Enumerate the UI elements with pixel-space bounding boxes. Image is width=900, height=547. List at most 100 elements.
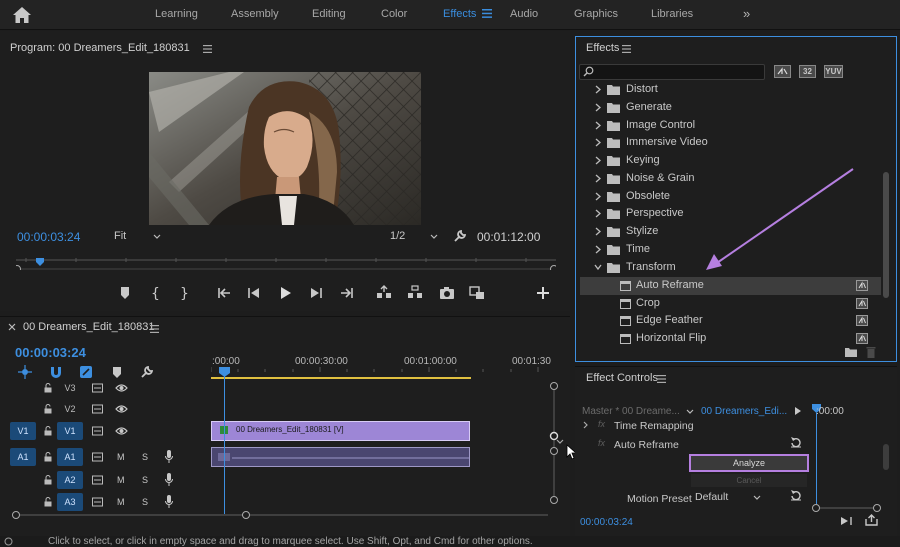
lock-icon[interactable]: [44, 404, 52, 414]
panel-menu-icon[interactable]: [657, 375, 666, 383]
zoom-level-select[interactable]: Fit: [109, 229, 165, 245]
step-forward-icon[interactable]: [307, 284, 325, 302]
go-to-out-icon[interactable]: [337, 284, 355, 302]
chevron-right-icon[interactable]: [594, 245, 602, 254]
sequence-clip-label[interactable]: 00 Dreamers_Edi...: [701, 406, 787, 417]
chevron-down-icon[interactable]: [556, 439, 564, 445]
more-workspaces-icon[interactable]: »: [743, 6, 750, 21]
effects-scrollbar[interactable]: [883, 172, 889, 298]
solo-button[interactable]: S: [142, 497, 148, 507]
timeline-settings-wrench-icon[interactable]: [140, 365, 154, 379]
motion-preset-select[interactable]: Default: [695, 491, 765, 505]
microphone-icon[interactable]: [165, 450, 173, 463]
chevron-right-icon[interactable]: [594, 174, 602, 183]
settings-wrench-icon[interactable]: [453, 229, 467, 243]
accelerated-effects-icon[interactable]: [774, 65, 791, 78]
sync-lock-icon[interactable]: [92, 426, 103, 436]
32-bit-effects-icon[interactable]: 32: [799, 65, 816, 78]
chevron-down-icon[interactable]: [594, 263, 602, 272]
track-target-a1[interactable]: A1: [57, 448, 83, 466]
program-timecode[interactable]: 00:00:03:24: [17, 230, 80, 244]
reset-icon[interactable]: [790, 489, 802, 501]
effect-folder-distort[interactable]: Distort: [580, 84, 881, 99]
timeline-tab-title[interactable]: 00 Dreamers_Edit_180831: [23, 321, 154, 333]
mark-in-icon[interactable]: {: [146, 284, 164, 302]
playback-resolution-select[interactable]: 1/2: [386, 229, 442, 245]
button-editor-add-icon[interactable]: [534, 284, 552, 302]
add-marker-icon[interactable]: [116, 284, 134, 302]
playhead-line[interactable]: [224, 374, 225, 514]
play-mini-icon[interactable]: [795, 407, 801, 415]
mute-button[interactable]: M: [117, 497, 125, 507]
chevron-right-icon[interactable]: [594, 209, 602, 218]
linked-selection-icon[interactable]: [79, 365, 93, 379]
effect-item-crop[interactable]: Crop: [580, 295, 881, 313]
program-video-frame[interactable]: [149, 72, 421, 225]
effect-item-horizontal-flip[interactable]: Horizontal Flip: [580, 330, 881, 346]
chevron-down-icon[interactable]: [686, 409, 694, 415]
timeline-horizontal-scrollbar[interactable]: [12, 510, 552, 520]
tab-libraries[interactable]: Libraries: [651, 8, 693, 20]
home-icon[interactable]: [12, 6, 32, 24]
auto-reframe-effect-label[interactable]: Auto Reframe: [614, 439, 679, 451]
add-marker-icon[interactable]: [110, 365, 124, 379]
lock-icon[interactable]: [44, 497, 52, 507]
eye-icon[interactable]: [115, 383, 128, 393]
effect-controls-mini-timeline[interactable]: [812, 404, 882, 514]
sync-lock-icon[interactable]: [92, 452, 103, 462]
fx-toggle-icon[interactable]: fx: [598, 438, 605, 448]
mark-out-icon[interactable]: }: [175, 284, 193, 302]
panel-menu-icon[interactable]: [203, 45, 212, 53]
tab-editing[interactable]: Editing: [312, 8, 346, 20]
source-patch-v1[interactable]: V1: [10, 422, 36, 440]
effect-controls-timecode[interactable]: 00:00:03:24: [580, 517, 633, 528]
chevron-right-icon[interactable]: [594, 121, 602, 130]
solo-button[interactable]: S: [142, 475, 148, 485]
timeline-timecode[interactable]: 00:00:03:24: [15, 345, 86, 360]
microphone-icon[interactable]: [165, 473, 173, 486]
nest-icon[interactable]: [18, 365, 32, 379]
sync-lock-icon[interactable]: [92, 383, 103, 393]
effect-folder-immersive-video[interactable]: Immersive Video: [580, 134, 881, 152]
panel-menu-icon[interactable]: [150, 325, 159, 333]
sync-lock-icon[interactable]: [92, 404, 103, 414]
lock-icon[interactable]: [44, 426, 52, 436]
time-ruler[interactable]: [211, 367, 551, 373]
lock-icon[interactable]: [44, 475, 52, 485]
program-monitor-title[interactable]: Program: 00 Dreamers_Edit_180831: [10, 42, 190, 54]
chevron-right-icon[interactable]: [594, 156, 602, 165]
effect-controls-scrollbar[interactable]: [883, 444, 889, 470]
video-clip[interactable]: 00 Dreamers_Edit_180831 [V]: [211, 421, 470, 441]
fx-toggle-icon[interactable]: fx: [598, 419, 605, 429]
workspace-menu-icon[interactable]: [482, 9, 492, 18]
mute-button[interactable]: M: [117, 475, 125, 485]
lock-icon[interactable]: [44, 452, 52, 462]
lock-icon[interactable]: [44, 383, 52, 393]
effect-controls-title[interactable]: Effect Controls: [586, 372, 658, 384]
effect-folder-image-control[interactable]: Image Control: [580, 117, 881, 135]
track-target-v1[interactable]: V1: [57, 422, 83, 440]
chevron-right-icon[interactable]: [594, 85, 602, 94]
chevron-right-icon[interactable]: [594, 103, 602, 112]
master-clip-label[interactable]: Master * 00 Dreame...: [582, 406, 680, 417]
chevron-right-icon[interactable]: [594, 227, 602, 236]
sync-lock-icon[interactable]: [92, 475, 103, 485]
export-icon[interactable]: [865, 514, 878, 526]
solo-button[interactable]: S: [142, 452, 148, 462]
tab-audio[interactable]: Audio: [510, 8, 538, 20]
tab-assembly[interactable]: Assembly: [231, 8, 279, 20]
eye-icon[interactable]: [115, 404, 128, 414]
chevron-right-icon[interactable]: [594, 138, 602, 147]
comparison-view-icon[interactable]: [468, 284, 486, 302]
trash-icon[interactable]: [866, 346, 876, 358]
yuv-effects-icon[interactable]: YUV: [824, 65, 843, 78]
time-remapping-label[interactable]: Time Remapping: [614, 420, 694, 432]
tab-effects[interactable]: Effects: [443, 8, 476, 20]
play-icon[interactable]: [276, 284, 294, 302]
panel-menu-icon[interactable]: [622, 45, 631, 53]
step-back-icon[interactable]: [245, 284, 263, 302]
close-icon[interactable]: [8, 323, 16, 331]
sync-lock-icon[interactable]: [92, 497, 103, 507]
track-target-a2[interactable]: A2: [57, 471, 83, 489]
tab-learning[interactable]: Learning: [155, 8, 198, 20]
